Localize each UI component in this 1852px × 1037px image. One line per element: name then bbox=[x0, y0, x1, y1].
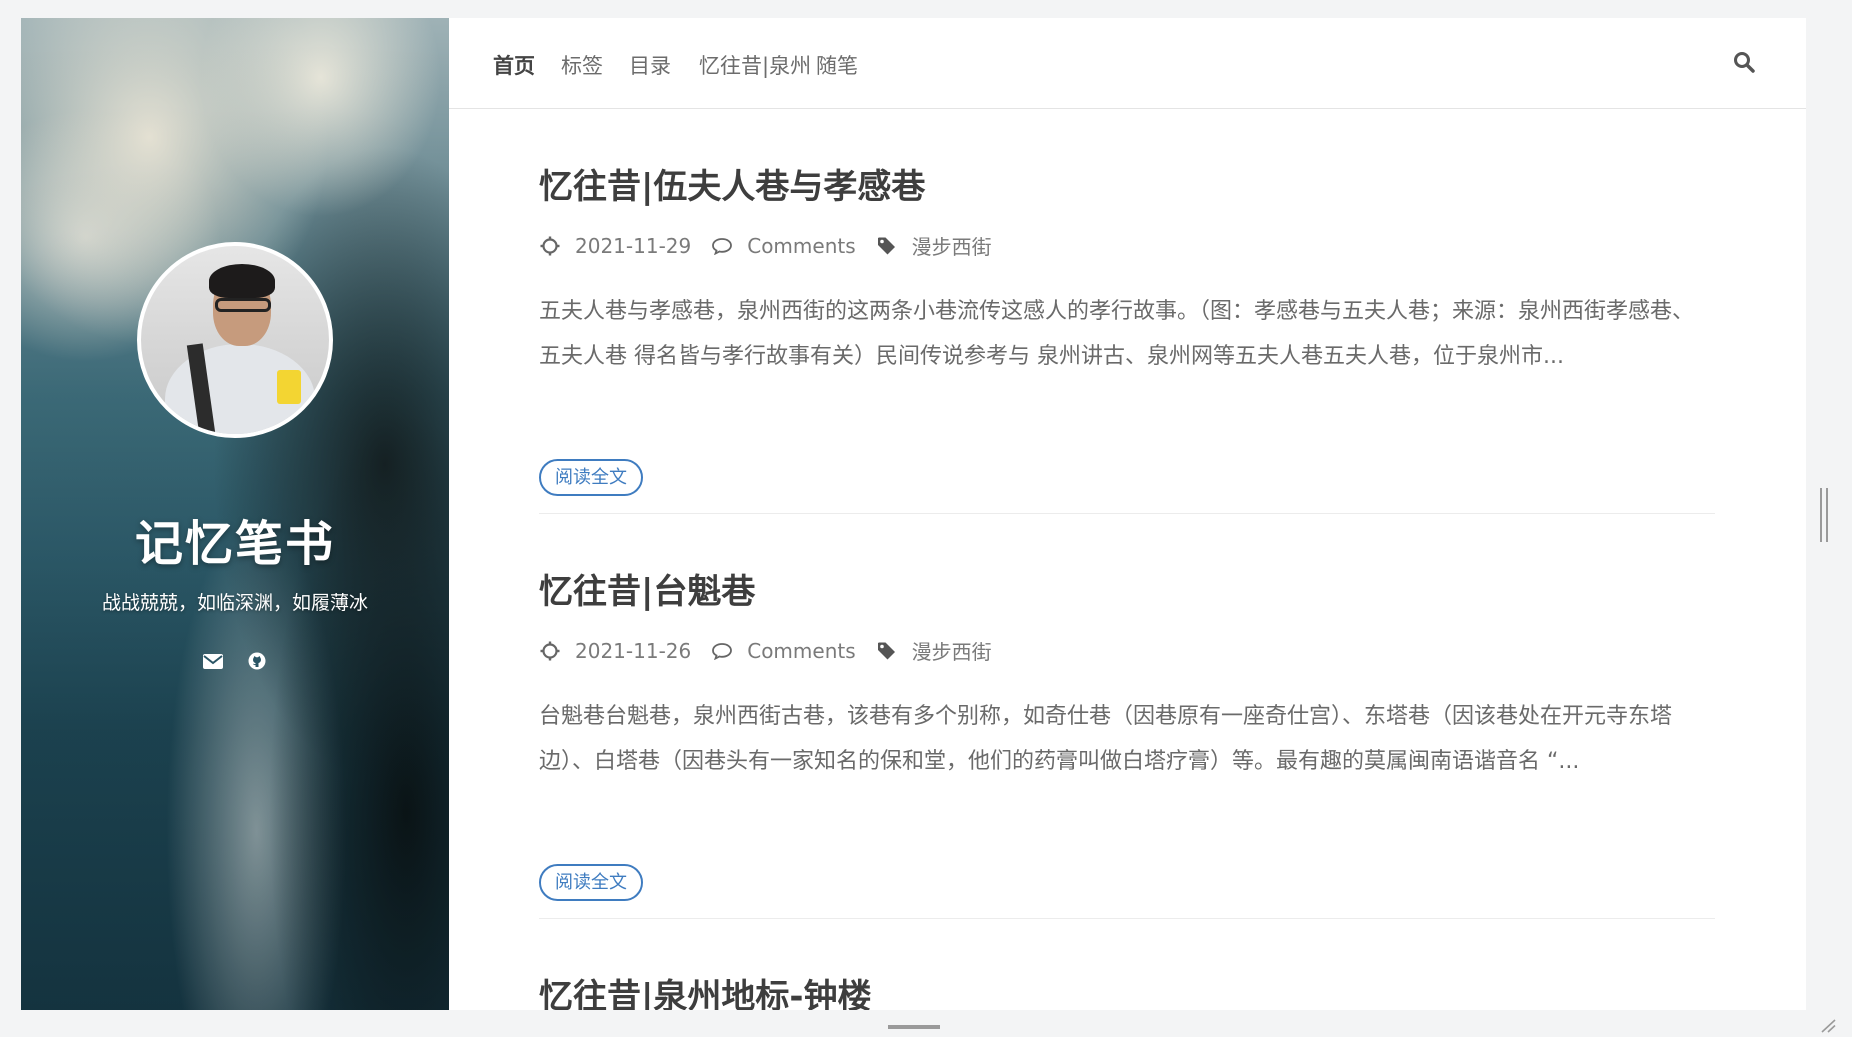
post-excerpt: 五夫人巷与孝感巷，泉州西街的这两条小巷流传这感人的孝行故事。（图：孝感巷与五夫人… bbox=[539, 299, 1695, 369]
window-edge bbox=[1806, 0, 1852, 1034]
tag-icon bbox=[876, 235, 898, 257]
avatar bbox=[137, 242, 333, 438]
main-content: 首页 标签 目录 忆往昔|泉州 随笔 忆往昔|伍夫人巷与孝感巷 2021-11-… bbox=[449, 18, 1806, 1010]
post-meta: 2021-11-29 Comments 漫步西街 bbox=[539, 231, 992, 260]
post-item: 忆往昔|泉州地标-钟楼 bbox=[539, 969, 1715, 1010]
nav-home[interactable]: 首页 bbox=[493, 50, 535, 80]
comment-icon bbox=[711, 640, 733, 662]
tag-icon bbox=[876, 640, 898, 662]
post-title[interactable]: 忆往昔|伍夫人巷与孝感巷 bbox=[539, 159, 1715, 208]
post-item: 忆往昔|台魁巷 2021-11-26 Comments 漫步西街 台魁巷台魁巷，… bbox=[539, 564, 1715, 919]
post-tag[interactable]: 漫步西街 bbox=[912, 636, 992, 665]
envelope-icon[interactable] bbox=[202, 650, 224, 672]
resize-grip-icon[interactable] bbox=[1818, 1018, 1836, 1033]
site-subtitle: 战战兢兢，如临深渊，如履薄冰 bbox=[101, 592, 368, 614]
post-item: 忆往昔|伍夫人巷与孝感巷 2021-11-29 Comments 漫步西街 五夫… bbox=[539, 159, 1715, 514]
nav-catalog[interactable]: 目录 bbox=[629, 50, 671, 80]
github-icon[interactable] bbox=[246, 650, 268, 672]
post-comments-link[interactable]: Comments bbox=[747, 639, 855, 663]
calendar-icon bbox=[539, 640, 561, 662]
vertical-scroll-handle[interactable] bbox=[1820, 488, 1828, 542]
post-date: 2021-11-29 bbox=[575, 233, 692, 258]
comment-icon bbox=[711, 235, 733, 257]
post-excerpt: 台魁巷台魁巷，泉州西街古巷，该巷有多个别称，如奇仕巷（因巷原有一座奇仕宫）、东塔… bbox=[539, 704, 1673, 774]
post-divider bbox=[539, 513, 1715, 514]
post-comments-link[interactable]: Comments bbox=[747, 234, 855, 258]
post-title[interactable]: 忆往昔|泉州地标-钟楼 bbox=[539, 969, 1715, 1010]
post-date: 2021-11-26 bbox=[575, 638, 692, 663]
top-navigation: 首页 标签 目录 忆往昔|泉州 随笔 bbox=[449, 18, 1806, 109]
nav-essays[interactable]: 随笔 bbox=[816, 50, 858, 80]
read-more-button[interactable]: 阅读全文 bbox=[539, 459, 643, 496]
post-tag[interactable]: 漫步西街 bbox=[912, 231, 992, 260]
browser-page: 记忆笔书 战战兢兢，如临深渊，如履薄冰 首页 标签 目录 忆往昔|泉州 随笔 忆… bbox=[21, 18, 1806, 1010]
post-meta: 2021-11-26 Comments 漫步西街 bbox=[539, 636, 992, 665]
sidebar: 记忆笔书 战战兢兢，如临深渊，如履薄冰 bbox=[21, 18, 449, 1010]
search-icon[interactable] bbox=[1732, 50, 1756, 74]
calendar-icon bbox=[539, 235, 561, 257]
nav-tags[interactable]: 标签 bbox=[561, 50, 603, 80]
post-divider bbox=[539, 918, 1715, 919]
horizontal-resize-handle[interactable] bbox=[888, 1025, 940, 1029]
social-links bbox=[21, 650, 449, 672]
site-title[interactable]: 记忆笔书 bbox=[21, 504, 449, 574]
post-title[interactable]: 忆往昔|台魁巷 bbox=[539, 564, 1715, 613]
read-more-button[interactable]: 阅读全文 bbox=[539, 864, 643, 901]
nav-quanzhou[interactable]: 忆往昔|泉州 bbox=[699, 50, 811, 80]
